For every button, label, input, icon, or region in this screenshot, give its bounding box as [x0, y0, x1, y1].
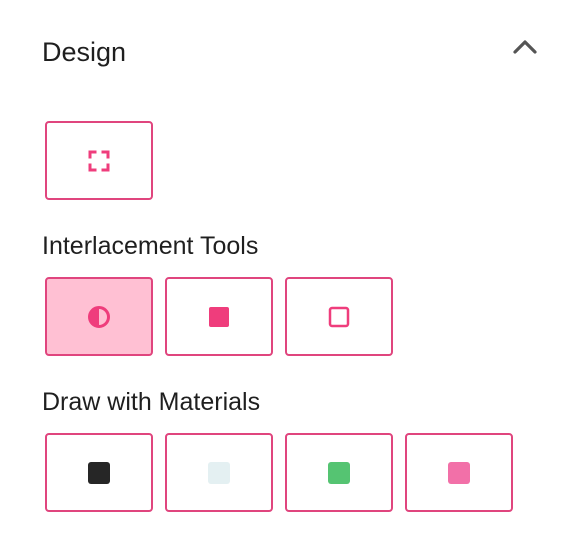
- material-swatch-pink[interactable]: [405, 433, 513, 512]
- chevron-up-icon: [512, 38, 538, 56]
- green-swatch-icon: [328, 461, 350, 484]
- half-circle-icon: [87, 305, 111, 329]
- collapse-button[interactable]: [508, 32, 542, 62]
- pink-swatch-icon: [448, 461, 470, 484]
- draw-with-materials-label: Draw with Materials: [42, 388, 261, 416]
- design-panel-header: Design: [0, 0, 572, 100]
- interlacement-tool-filled[interactable]: [165, 277, 273, 356]
- interlacement-tool-contrast[interactable]: [45, 277, 153, 356]
- fullscreen-tool-button[interactable]: [45, 121, 153, 200]
- fullscreen-icon: [87, 149, 111, 173]
- interlacement-tool-empty[interactable]: [285, 277, 393, 356]
- black-swatch-icon: [88, 461, 110, 484]
- material-swatch-black[interactable]: [45, 433, 153, 512]
- outline-square-icon: [327, 305, 351, 329]
- panel-title: Design: [42, 37, 127, 67]
- light-swatch-icon: [208, 461, 230, 484]
- filled-square-icon: [207, 305, 231, 329]
- interlacement-tools-label: Interlacement Tools: [42, 232, 259, 260]
- material-swatch-light[interactable]: [165, 433, 273, 512]
- material-swatch-green[interactable]: [285, 433, 393, 512]
